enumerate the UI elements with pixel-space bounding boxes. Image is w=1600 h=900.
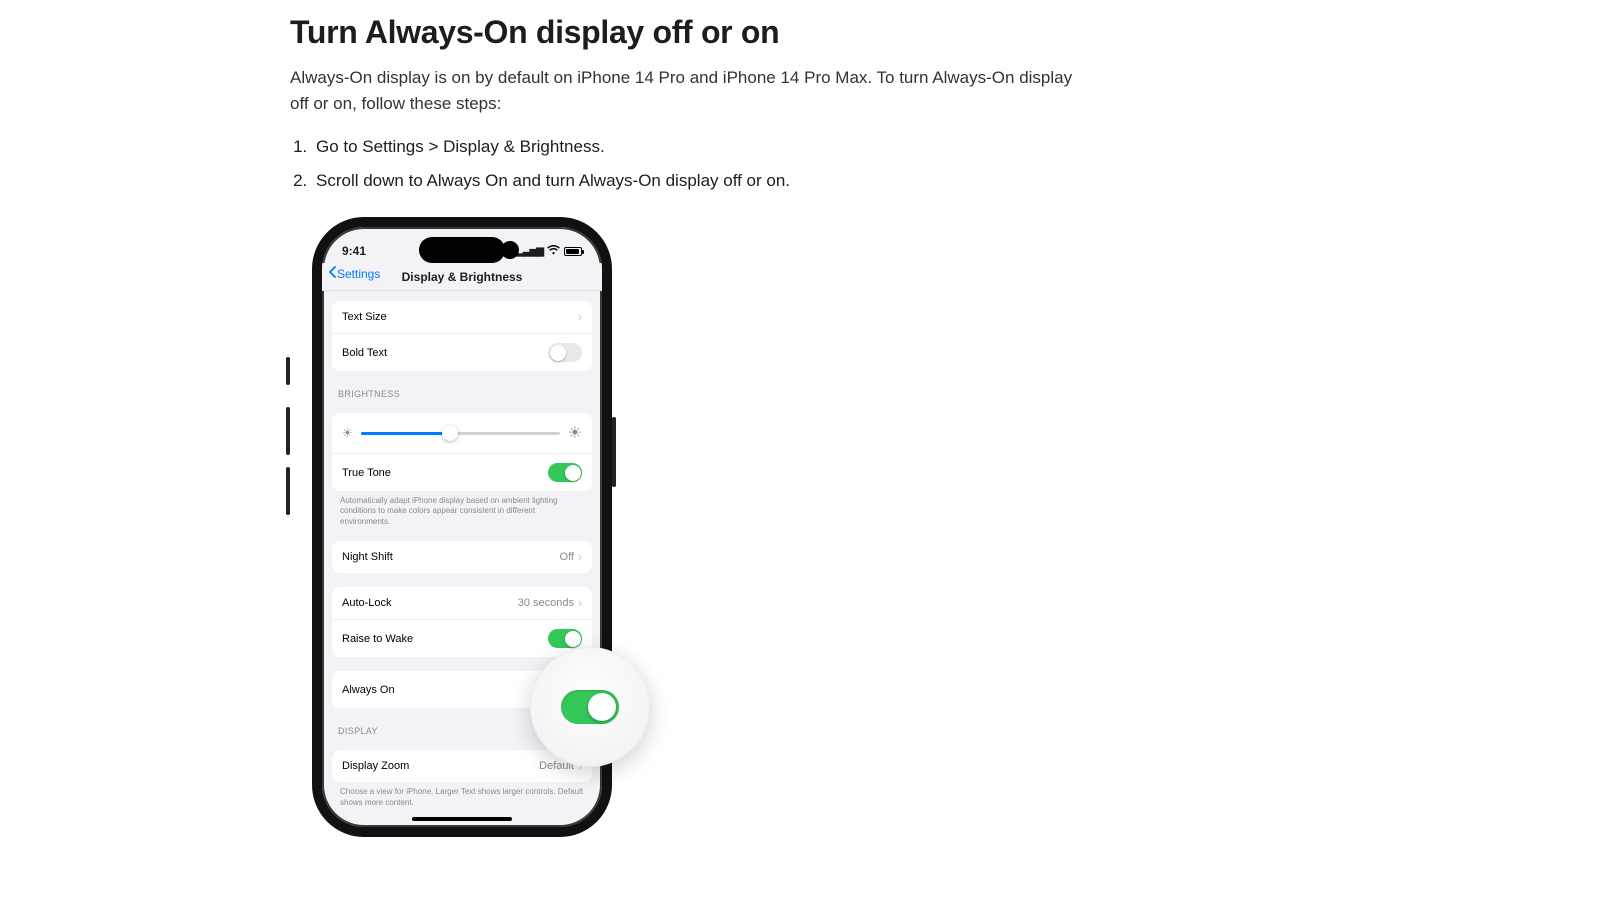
steps-list: Go to Settings > Display & Brightness. S… [290,134,1090,193]
phone-side-button [286,407,290,455]
text-size-row[interactable]: Text Size › [332,301,592,333]
intro-paragraph: Always-On display is on by default on iP… [290,65,1090,116]
phone-figure: 9:41 ▂▃▅▆ Settings Display & Brightness [290,217,612,837]
home-indicator [412,817,512,821]
row-label: Display Zoom [342,760,409,772]
phone-side-button [286,357,290,385]
bold-text-row[interactable]: Bold Text [332,333,592,371]
chevron-right-icon: › [578,596,582,610]
row-label: Text Size [342,311,387,323]
lock-group: Auto-Lock 30 seconds › Raise to Wake [332,587,592,657]
brightness-slider-row[interactable]: ☀ ☀ [332,413,592,453]
magnified-callout [530,647,650,767]
sun-small-icon: ☀ [342,426,353,440]
chevron-left-icon [328,266,336,281]
nav-back-label: Settings [337,267,380,281]
dynamic-island [419,237,505,263]
row-label: Bold Text [342,347,387,359]
battery-icon [564,247,582,256]
row-label: True Tone [342,467,391,479]
chevron-right-icon: › [578,310,582,324]
display-zoom-footer: Choose a view for iPhone. Larger Text sh… [332,782,592,808]
row-label: Raise to Wake [342,633,413,645]
night-shift-group: Night Shift Off › [332,541,592,573]
row-label: Night Shift [342,551,393,563]
always-on-toggle-magnified [561,690,619,724]
brightness-header: BRIGHTNESS [332,371,592,403]
brightness-slider[interactable] [361,432,560,435]
chevron-right-icon: › [578,550,582,564]
phone-side-button [286,467,290,515]
row-value: 30 seconds [518,597,574,609]
row-label: Always On [342,684,395,696]
raise-to-wake-toggle[interactable] [548,629,582,648]
bold-text-toggle[interactable] [548,343,582,362]
true-tone-toggle[interactable] [548,463,582,482]
true-tone-row[interactable]: True Tone [332,453,592,491]
brightness-group: ☀ ☀ True Tone [332,413,592,491]
nav-bar: Settings Display & Brightness [322,263,602,291]
nav-title: Display & Brightness [402,270,523,284]
status-time: 9:41 [342,244,366,258]
true-tone-footer: Automatically adapt iPhone display based… [332,491,592,527]
row-label: Auto-Lock [342,597,392,609]
wifi-icon [547,244,560,258]
text-group: Text Size › Bold Text [332,301,592,371]
phone-side-button [612,417,616,487]
sun-large-icon: ☀ [568,423,582,443]
nav-back-button[interactable]: Settings [328,266,380,281]
night-shift-row[interactable]: Night Shift Off › [332,541,592,573]
row-value: Off [560,551,574,563]
step-item: Go to Settings > Display & Brightness. [312,134,1090,160]
status-indicators: ▂▃▅▆ [516,244,582,258]
auto-lock-row[interactable]: Auto-Lock 30 seconds › [332,587,592,619]
raise-to-wake-row[interactable]: Raise to Wake [332,619,592,657]
page-title: Turn Always-On display off or on [290,14,1090,51]
article: Turn Always-On display off or on Always-… [290,0,1090,842]
step-item: Scroll down to Always On and turn Always… [312,168,1090,194]
cellular-icon: ▂▃▅▆ [516,246,543,257]
